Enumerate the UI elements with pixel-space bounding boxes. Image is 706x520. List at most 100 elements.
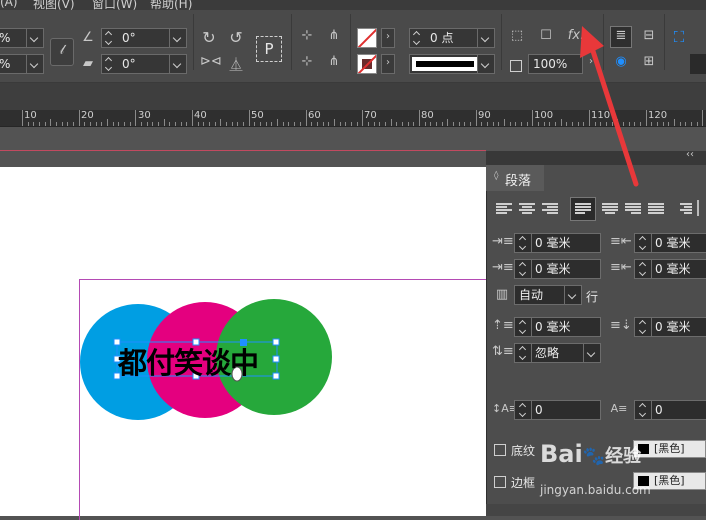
justify-center-icon[interactable]	[602, 203, 618, 215]
ruler-tick	[702, 110, 704, 126]
align-center-icon[interactable]	[519, 203, 535, 215]
ruler-tick	[373, 122, 375, 126]
chevron-down-icon[interactable]	[477, 29, 494, 47]
drop-shadow-icon[interactable]: ⬚	[508, 28, 526, 43]
drop-cap-lines-field[interactable]: 0	[514, 400, 601, 420]
document-page[interactable]: 都付笑谈中	[0, 167, 500, 520]
border-label: 边框	[511, 476, 536, 490]
chevron-down-icon[interactable]	[26, 29, 43, 47]
ruler-tick	[339, 122, 341, 126]
menu-item-type[interactable]: (A)	[0, 0, 18, 9]
ruler-tick	[197, 122, 199, 126]
stroke-weight-field[interactable]: 0 点	[409, 28, 495, 48]
stepper-icon[interactable]	[102, 55, 116, 73]
shear-angle-field[interactable]: 0°	[101, 54, 187, 74]
constrain-proportions-button[interactable]: 𝓁	[50, 38, 74, 66]
shading-color-swatch[interactable]: [黑色]	[633, 440, 706, 458]
stepper-icon[interactable]	[515, 344, 532, 362]
select-container-icon[interactable]: ⊹	[297, 28, 317, 43]
ruler-tick	[226, 122, 228, 126]
opacity-checkbox[interactable]	[510, 60, 522, 72]
flip-horizontal-icon[interactable]: ⊳⊲	[200, 54, 222, 69]
rotate-ccw-icon[interactable]: ↺	[227, 28, 245, 47]
border-checkbox[interactable]	[494, 476, 506, 488]
ruler-tick	[560, 119, 562, 126]
stepper-icon[interactable]	[515, 234, 532, 252]
ruler-tick	[328, 122, 330, 126]
stepper-icon[interactable]	[635, 260, 652, 278]
ruler-tick	[520, 122, 522, 126]
first-line-indent-field[interactable]: 0 毫米	[514, 259, 601, 279]
ruler-tick	[316, 122, 318, 126]
align-left-icon[interactable]	[496, 203, 512, 215]
stroke-dropdown[interactable]: ›	[381, 54, 395, 74]
ruler-tick	[486, 122, 488, 126]
bleed-line	[0, 150, 486, 151]
leading-dropdown[interactable]: 自动	[514, 285, 582, 305]
rotate-angle-field[interactable]: 0°	[101, 28, 187, 48]
chevron-down-icon[interactable]	[169, 29, 186, 47]
stepper-icon[interactable]	[635, 234, 652, 252]
select-previous-icon[interactable]: ⊹	[297, 54, 317, 69]
drop-cap-chars-field[interactable]: 0	[634, 400, 706, 420]
align-right-icon[interactable]	[542, 203, 558, 215]
collapse-icon[interactable]: ‹‹	[676, 149, 704, 160]
ruler-tick	[84, 122, 86, 126]
scale-y-field[interactable]: %	[0, 54, 44, 74]
stepper-icon[interactable]	[102, 29, 116, 47]
stepper-icon[interactable]	[410, 29, 424, 47]
stepper-icon[interactable]	[635, 318, 652, 336]
p-icon: P	[264, 40, 274, 58]
ruler-tick	[231, 122, 233, 126]
ruler-tick	[526, 122, 528, 126]
stepper-icon[interactable]	[515, 401, 532, 419]
justify-right-icon[interactable]	[625, 203, 641, 215]
right-indent-field[interactable]: 0 毫米	[634, 233, 706, 253]
ruler-tick	[367, 122, 369, 126]
space-before-field[interactable]: 0 毫米	[514, 317, 601, 337]
tab-paragraph[interactable]: ◊ 段落	[486, 165, 544, 191]
scale-x-field[interactable]: %	[0, 28, 44, 48]
rotate-cw-icon[interactable]: ↻	[200, 28, 218, 47]
auto-fit-icon[interactable]: ⛶	[670, 28, 688, 46]
reference-point-button[interactable]: P	[256, 36, 282, 62]
justify-all-icon[interactable]	[648, 203, 664, 215]
fill-swatch[interactable]	[357, 28, 377, 48]
chevron-down-icon[interactable]	[564, 286, 581, 304]
watermark-brand: Bai	[540, 440, 583, 468]
chevron-down-icon[interactable]	[26, 55, 43, 73]
stroke-type-field[interactable]	[409, 54, 495, 74]
menu-item-window[interactable]: 窗口(W)	[92, 0, 137, 10]
shading-checkbox[interactable]	[494, 444, 506, 456]
ruler-tick	[515, 122, 517, 126]
left-indent-field[interactable]: 0 毫米	[514, 233, 601, 253]
stepper-icon[interactable]	[515, 318, 532, 336]
menu-item-help[interactable]: 帮助(H)	[150, 0, 192, 10]
stepper-icon[interactable]	[515, 260, 532, 278]
last-line-indent-field[interactable]: 0 毫米	[634, 259, 706, 279]
justify-left-button[interactable]	[570, 197, 596, 221]
stroke-swatch[interactable]	[357, 54, 377, 74]
grid-align-dropdown[interactable]: 忽略	[514, 343, 601, 363]
ruler-tick	[90, 122, 92, 126]
stepper-icon[interactable]	[635, 401, 652, 419]
align-towards-spine-icon[interactable]	[676, 203, 692, 215]
fill-dropdown[interactable]: ›	[381, 28, 395, 48]
frame-icon[interactable]: ☐	[537, 28, 555, 43]
menu-item-view[interactable]: 视图(V)	[33, 0, 75, 10]
panel-overflow	[690, 54, 706, 74]
select-content-icon[interactable]: ⋔	[324, 28, 344, 43]
chevron-down-icon[interactable]	[477, 55, 494, 73]
flip-vertical-icon[interactable]: ⏅	[227, 54, 245, 73]
ruler-tick	[27, 122, 29, 126]
chevron-down-icon[interactable]	[583, 344, 600, 362]
ruler-tick	[169, 122, 171, 126]
menu-bar: (A) 视图(V) 窗口(W) 帮助(H)	[0, 0, 706, 10]
ruler-label: 90	[478, 110, 491, 121]
text-frame-content[interactable]: 都付笑谈中	[118, 340, 288, 382]
line-label: 行	[586, 290, 599, 304]
space-after-field[interactable]: 0 毫米	[634, 317, 706, 337]
select-next-icon[interactable]: ⋔	[324, 54, 344, 69]
ruler-tick	[294, 122, 296, 126]
chevron-down-icon[interactable]	[169, 55, 186, 73]
